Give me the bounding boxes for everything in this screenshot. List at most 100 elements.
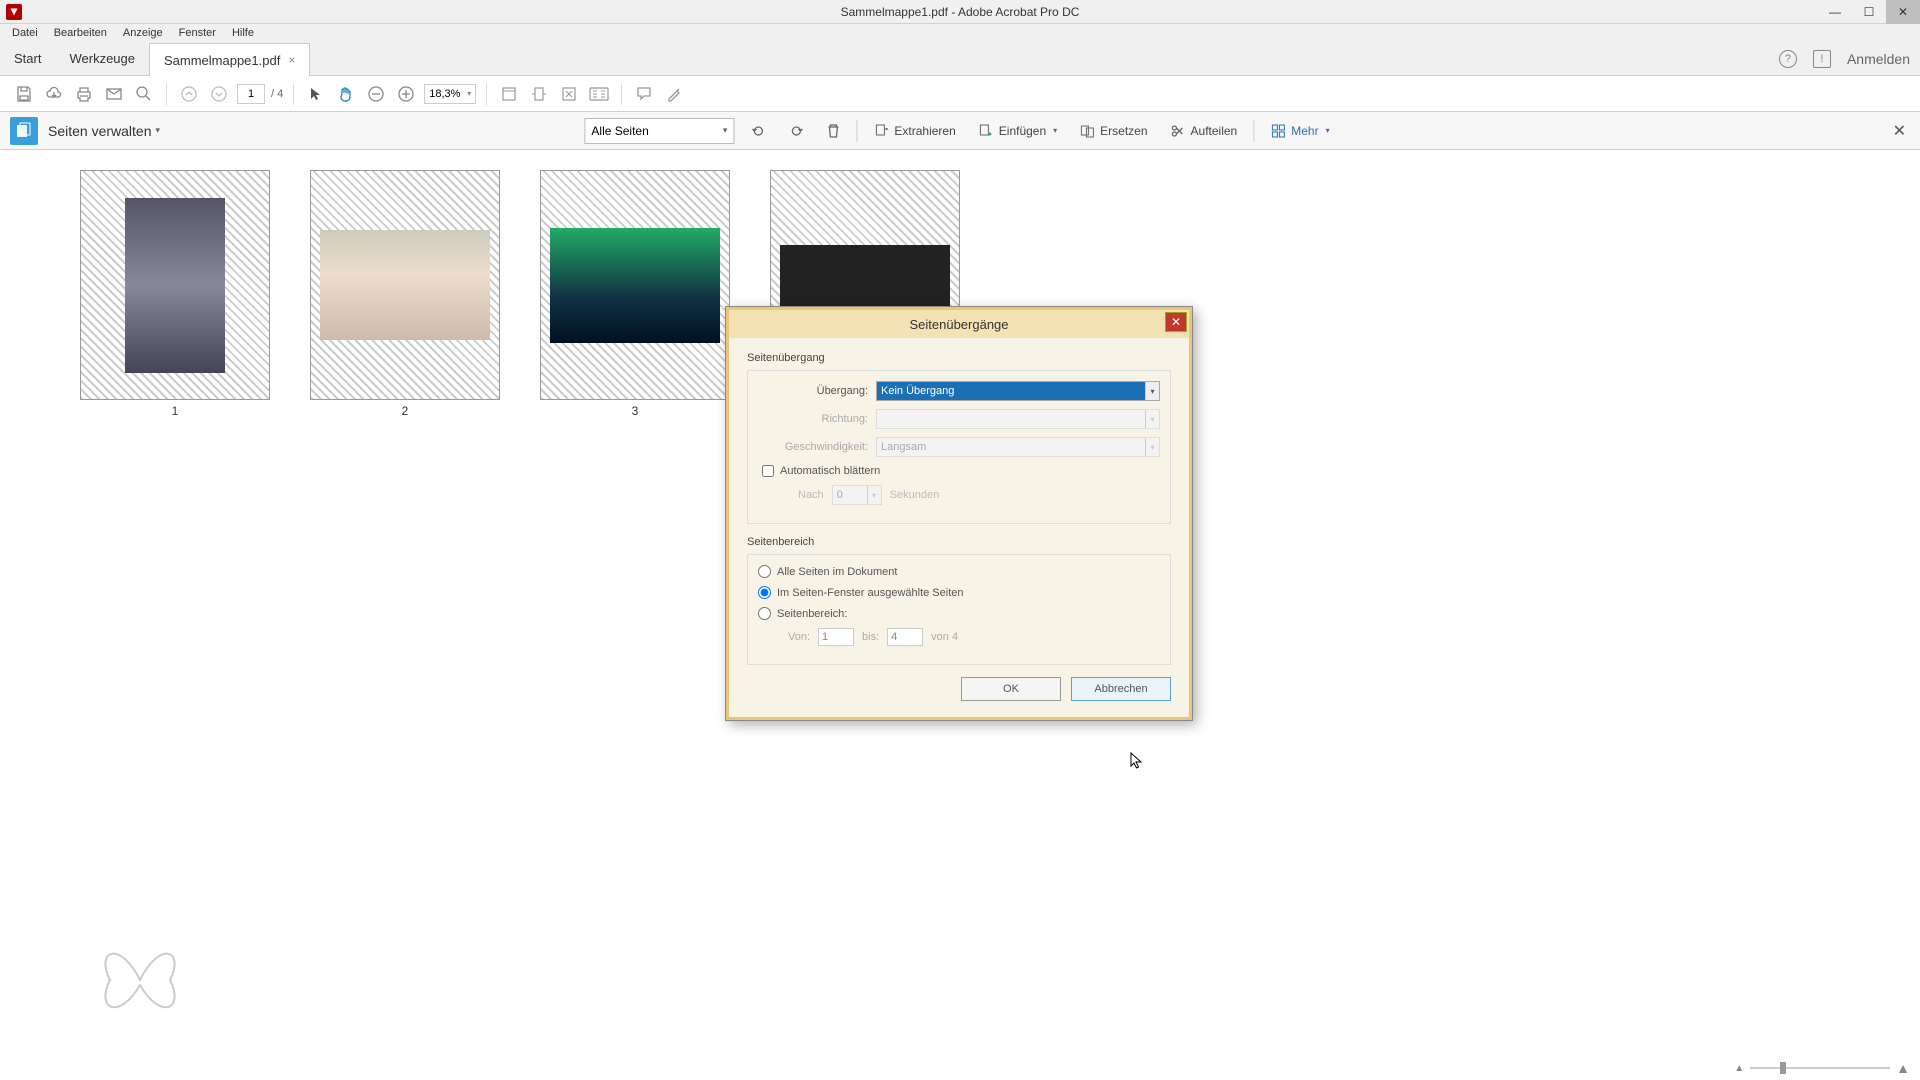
selected-pages-label: Im Seiten-Fenster ausgewählte Seiten xyxy=(777,587,964,599)
replace-button[interactable]: Ersetzen xyxy=(1073,117,1153,145)
zoom-out-icon[interactable] xyxy=(364,82,388,106)
tab-start[interactable]: Start xyxy=(0,42,55,75)
dialog-title-label: Seitenübergänge xyxy=(909,317,1008,332)
zoom-level-label: 18,3% xyxy=(429,88,460,100)
app-icon xyxy=(6,4,22,20)
close-panel-button[interactable]: ✕ xyxy=(1893,121,1906,141)
selected-pages-radio[interactable] xyxy=(758,586,771,599)
main-toolbar: / 4 18,3% xyxy=(0,76,1920,112)
cancel-button[interactable]: Abbrechen xyxy=(1071,677,1171,701)
dialog-close-button[interactable]: ✕ xyxy=(1165,312,1187,332)
insert-label: Einfügen xyxy=(999,124,1046,138)
comment-icon[interactable] xyxy=(632,82,656,106)
page-up-icon[interactable] xyxy=(177,82,201,106)
minimize-button[interactable]: — xyxy=(1818,0,1852,24)
tab-tools-label: Werkzeuge xyxy=(69,51,135,66)
cloud-icon[interactable] xyxy=(42,82,66,106)
menu-help[interactable]: Hilfe xyxy=(224,25,262,41)
dialog-titlebar[interactable]: Seitenübergänge ✕ xyxy=(729,310,1189,338)
toolbar-separator xyxy=(293,83,294,105)
transition-value: Kein Übergang xyxy=(881,385,954,397)
tab-document[interactable]: Sammelmappe1.pdf × xyxy=(149,43,310,76)
menu-edit[interactable]: Bearbeiten xyxy=(46,25,115,41)
seconds-label: Sekunden xyxy=(890,489,940,501)
close-button[interactable]: ✕ xyxy=(1886,0,1920,24)
fit-page-icon[interactable] xyxy=(527,82,551,106)
thumbnail-number: 3 xyxy=(540,404,730,418)
transition-group-label: Seitenübergang xyxy=(747,352,1171,364)
chevron-down-icon: ▾ xyxy=(1145,438,1159,456)
small-thumb-icon[interactable]: ▲ xyxy=(1734,1063,1744,1074)
transition-select[interactable]: Kein Übergang ▾ xyxy=(876,381,1160,401)
tab-close-icon[interactable]: × xyxy=(288,53,295,67)
login-link[interactable]: Anmelden xyxy=(1847,51,1910,67)
zoom-in-icon[interactable] xyxy=(394,82,418,106)
dialog-buttons: OK Abbrechen xyxy=(747,677,1171,701)
page-thumbnail-1[interactable]: 1 xyxy=(80,170,270,418)
from-page-input[interactable] xyxy=(818,628,854,646)
chevron-down-icon: ▾ xyxy=(1326,126,1330,135)
menu-file[interactable]: Datei xyxy=(4,25,46,41)
page-management-toolbar: Seiten verwalten ▾ Alle Seiten Extrahier… xyxy=(0,112,1920,150)
menu-bar: Datei Bearbeiten Anzeige Fenster Hilfe xyxy=(0,24,1920,42)
menu-window[interactable]: Fenster xyxy=(171,25,224,41)
split-button[interactable]: Aufteilen xyxy=(1164,117,1244,145)
page-thumbnail-2[interactable]: 2 xyxy=(310,170,500,418)
notifications-icon[interactable]: ! xyxy=(1813,50,1831,68)
chevron-down-icon: ▾ xyxy=(156,125,161,136)
thumbnail-number: 1 xyxy=(80,404,270,418)
fit-width-icon[interactable] xyxy=(497,82,521,106)
thumbnail-number: 2 xyxy=(310,404,500,418)
insert-button[interactable]: Einfügen ▾ xyxy=(972,117,1063,145)
window-controls: — ☐ ✕ xyxy=(1818,0,1920,24)
menu-view[interactable]: Anzeige xyxy=(115,25,171,41)
page-filter-select[interactable]: Alle Seiten xyxy=(584,118,734,144)
thumbnail-frame xyxy=(540,170,730,400)
extract-label: Extrahieren xyxy=(894,124,955,138)
fit-visible-icon[interactable] xyxy=(557,82,581,106)
highlight-icon[interactable] xyxy=(662,82,686,106)
speed-value: Langsam xyxy=(881,441,926,453)
delete-page-button[interactable] xyxy=(820,117,846,145)
mail-icon[interactable] xyxy=(102,82,126,106)
select-tool-icon[interactable] xyxy=(304,82,328,106)
all-pages-radio[interactable] xyxy=(758,565,771,578)
rotate-right-button[interactable] xyxy=(782,117,810,145)
ok-button[interactable]: OK xyxy=(961,677,1061,701)
page-down-icon[interactable] xyxy=(207,82,231,106)
page-number-input[interactable] xyxy=(237,84,265,104)
thumbnail-image xyxy=(320,230,490,340)
search-icon[interactable] xyxy=(132,82,156,106)
organize-pages-icon xyxy=(10,117,38,145)
help-icon[interactable]: ? xyxy=(1779,50,1797,68)
rotate-left-button[interactable] xyxy=(744,117,772,145)
to-page-input[interactable] xyxy=(887,628,923,646)
print-icon[interactable] xyxy=(72,82,96,106)
auto-flip-checkbox[interactable] xyxy=(762,465,774,477)
hand-tool-icon[interactable] xyxy=(334,82,358,106)
zoom-level-select[interactable]: 18,3% xyxy=(424,84,476,104)
extract-button[interactable]: Extrahieren xyxy=(867,117,961,145)
of-total-label: von 4 xyxy=(931,631,958,643)
replace-label: Ersetzen xyxy=(1100,124,1147,138)
split-label: Aufteilen xyxy=(1191,124,1238,138)
page-management-title[interactable]: Seiten verwalten ▾ xyxy=(48,123,160,139)
save-icon[interactable] xyxy=(12,82,36,106)
tab-tools[interactable]: Werkzeuge xyxy=(55,42,149,75)
chevron-down-icon: ▾ xyxy=(1053,126,1057,135)
window-titlebar: Sammelmappe1.pdf - Adobe Acrobat Pro DC … xyxy=(0,0,1920,24)
large-thumb-icon[interactable]: ▲ xyxy=(1896,1060,1910,1076)
toolbar-separator xyxy=(486,83,487,105)
more-button[interactable]: Mehr▾ xyxy=(1264,117,1335,145)
butterfly-watermark-icon xyxy=(90,930,190,1020)
read-mode-icon[interactable] xyxy=(587,82,611,106)
slider-thumb[interactable] xyxy=(1780,1062,1786,1074)
page-range-radio[interactable] xyxy=(758,607,771,620)
page-transitions-dialog: Seitenübergänge ✕ Seitenübergang Übergan… xyxy=(725,306,1193,721)
after-value: 0 xyxy=(837,489,843,501)
page-thumbnail-3[interactable]: 3 xyxy=(540,170,730,418)
thumbnail-size-slider[interactable] xyxy=(1750,1067,1890,1069)
page-range-label: Seitenbereich: xyxy=(777,608,847,620)
maximize-button[interactable]: ☐ xyxy=(1852,0,1886,24)
after-seconds-input: 0 ▾ xyxy=(832,485,882,505)
